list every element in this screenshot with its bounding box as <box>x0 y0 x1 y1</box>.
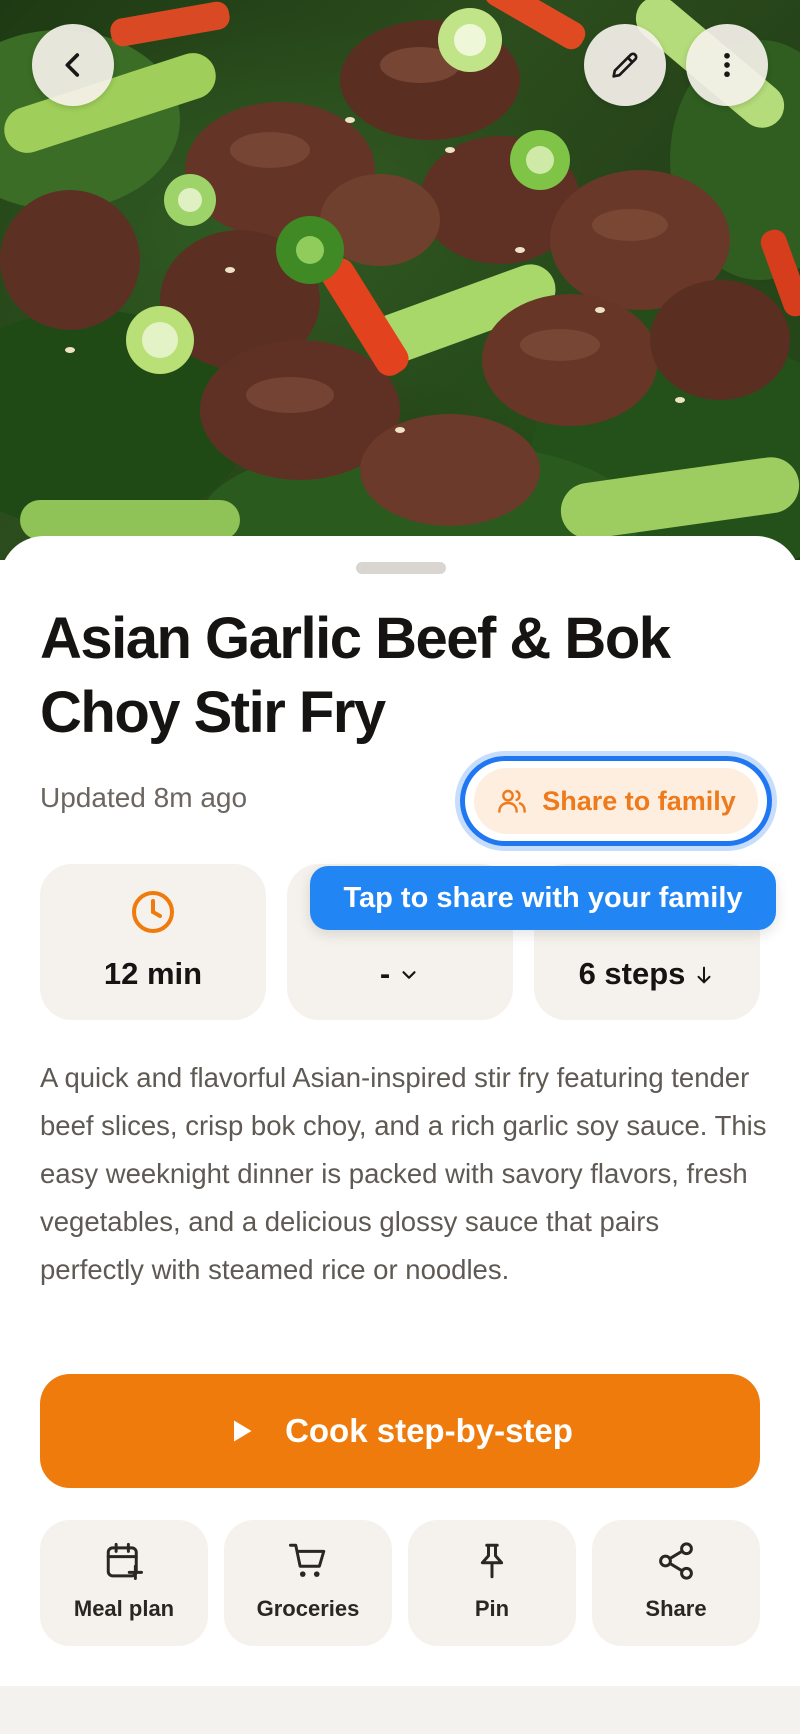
play-icon <box>234 1420 252 1442</box>
recipe-screen: Asian Garlic Beef & Bok Choy Stir Fry Up… <box>0 0 800 1734</box>
cart-icon <box>289 1543 326 1577</box>
pin-icon <box>480 1543 504 1579</box>
share-family-tooltip[interactable]: Tap to share with your family <box>310 866 776 930</box>
cook-button-label: Cook step-by-step <box>285 1412 573 1449</box>
clock-icon <box>132 891 174 933</box>
tooltip-text: Tap to share with your family <box>343 881 743 914</box>
groceries-label: Groceries <box>256 1596 360 1621</box>
cook-step-by-step-button[interactable]: Cook step-by-step <box>40 1374 760 1488</box>
recipe-description: A quick and flavorful Asian-inspired sti… <box>40 1062 767 1285</box>
share-to-family-button[interactable]: Share to family <box>474 768 758 834</box>
cook-time-value: 12 min <box>103 956 203 991</box>
share-to-family-label: Share to family <box>542 785 736 816</box>
recipe-title: Asian Garlic Beef & Bok Choy Stir Fry <box>40 606 671 745</box>
chevron-down-icon <box>402 971 416 979</box>
steps-value: 6 steps <box>578 956 686 991</box>
meal-plan-label: Meal plan <box>73 1596 175 1621</box>
chevron-left-icon <box>65 53 80 77</box>
share-button[interactable]: Share <box>592 1520 760 1646</box>
groceries-button[interactable]: Groceries <box>224 1520 392 1646</box>
arrow-down-icon <box>697 966 711 984</box>
pencil-icon <box>612 52 638 78</box>
steps-jump-link[interactable]: 6 steps <box>534 956 760 992</box>
back-button[interactable] <box>32 24 114 106</box>
share-label: Share <box>645 1596 707 1621</box>
stir-fry-illustration <box>0 0 800 560</box>
share-icon <box>659 1542 693 1580</box>
edit-button[interactable] <box>584 24 666 106</box>
recipe-details-sheet: Asian Garlic Beef & Bok Choy Stir Fry Up… <box>0 536 800 1734</box>
more-vertical-icon <box>724 52 730 78</box>
servings-selector[interactable]: - <box>287 956 513 992</box>
updated-timestamp: Updated 8m ago <box>40 782 248 813</box>
sheet-grabber[interactable] <box>356 562 446 574</box>
users-icon <box>498 789 527 813</box>
more-options-button[interactable] <box>686 24 768 106</box>
stat-cook-time[interactable]: 12 min <box>40 864 266 1020</box>
section-divider <box>0 1686 800 1734</box>
calendar-plus-icon <box>106 1542 143 1580</box>
pin-button[interactable]: Pin <box>408 1520 576 1646</box>
pin-label: Pin <box>474 1596 510 1621</box>
meal-plan-button[interactable]: Meal plan <box>40 1520 208 1646</box>
servings-value: - <box>379 956 391 991</box>
recipe-hero-image <box>0 0 800 560</box>
